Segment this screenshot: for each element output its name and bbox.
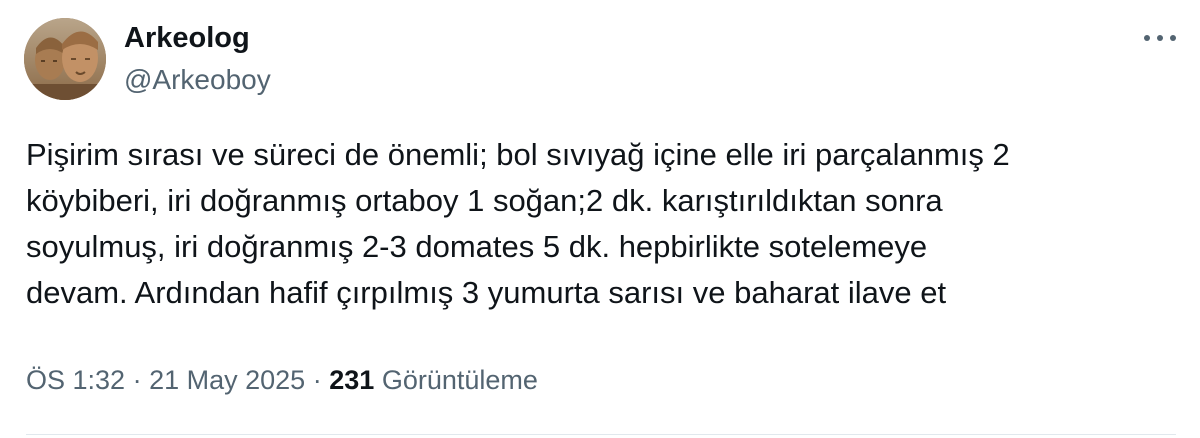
meta-separator: · (132, 365, 142, 395)
meta-separator: · (312, 365, 322, 395)
views-count[interactable]: 231 (329, 365, 374, 395)
divider (26, 434, 1176, 435)
avatar[interactable] (24, 18, 106, 100)
author-handle[interactable]: @Arkeoboy (124, 62, 271, 98)
tweet-text-line: soyulmuş, iri doğranmış 2-3 domates 5 dk… (26, 229, 928, 264)
tweet-text-line: köybiberi, iri doğranmış ortaboy 1 soğan… (26, 183, 943, 218)
tweet-meta: ÖS 1:32 · 21 May 2025 · 231 Görüntüleme (26, 360, 538, 400)
more-options-button[interactable] (1140, 22, 1180, 54)
views-label[interactable]: Görüntüleme (382, 365, 538, 395)
tweet-date[interactable]: 21 May 2025 (149, 365, 305, 395)
author-name[interactable]: Arkeolog (124, 20, 250, 56)
tweet: Arkeolog @Arkeoboy Pişirim sırası ve sür… (0, 0, 1200, 438)
tweet-text-line: Pişirim sırası ve süreci de önemli; bol … (26, 137, 1010, 172)
tweet-time[interactable]: ÖS 1:32 (26, 365, 125, 395)
stone-statue-heads-avatar (24, 18, 106, 100)
tweet-text-line: devam. Ardından hafif çırpılmış 3 yumurt… (26, 275, 947, 310)
more-horizontal-icon (1144, 35, 1176, 41)
tweet-text: Pişirim sırası ve süreci de önemli; bol … (26, 132, 1176, 316)
